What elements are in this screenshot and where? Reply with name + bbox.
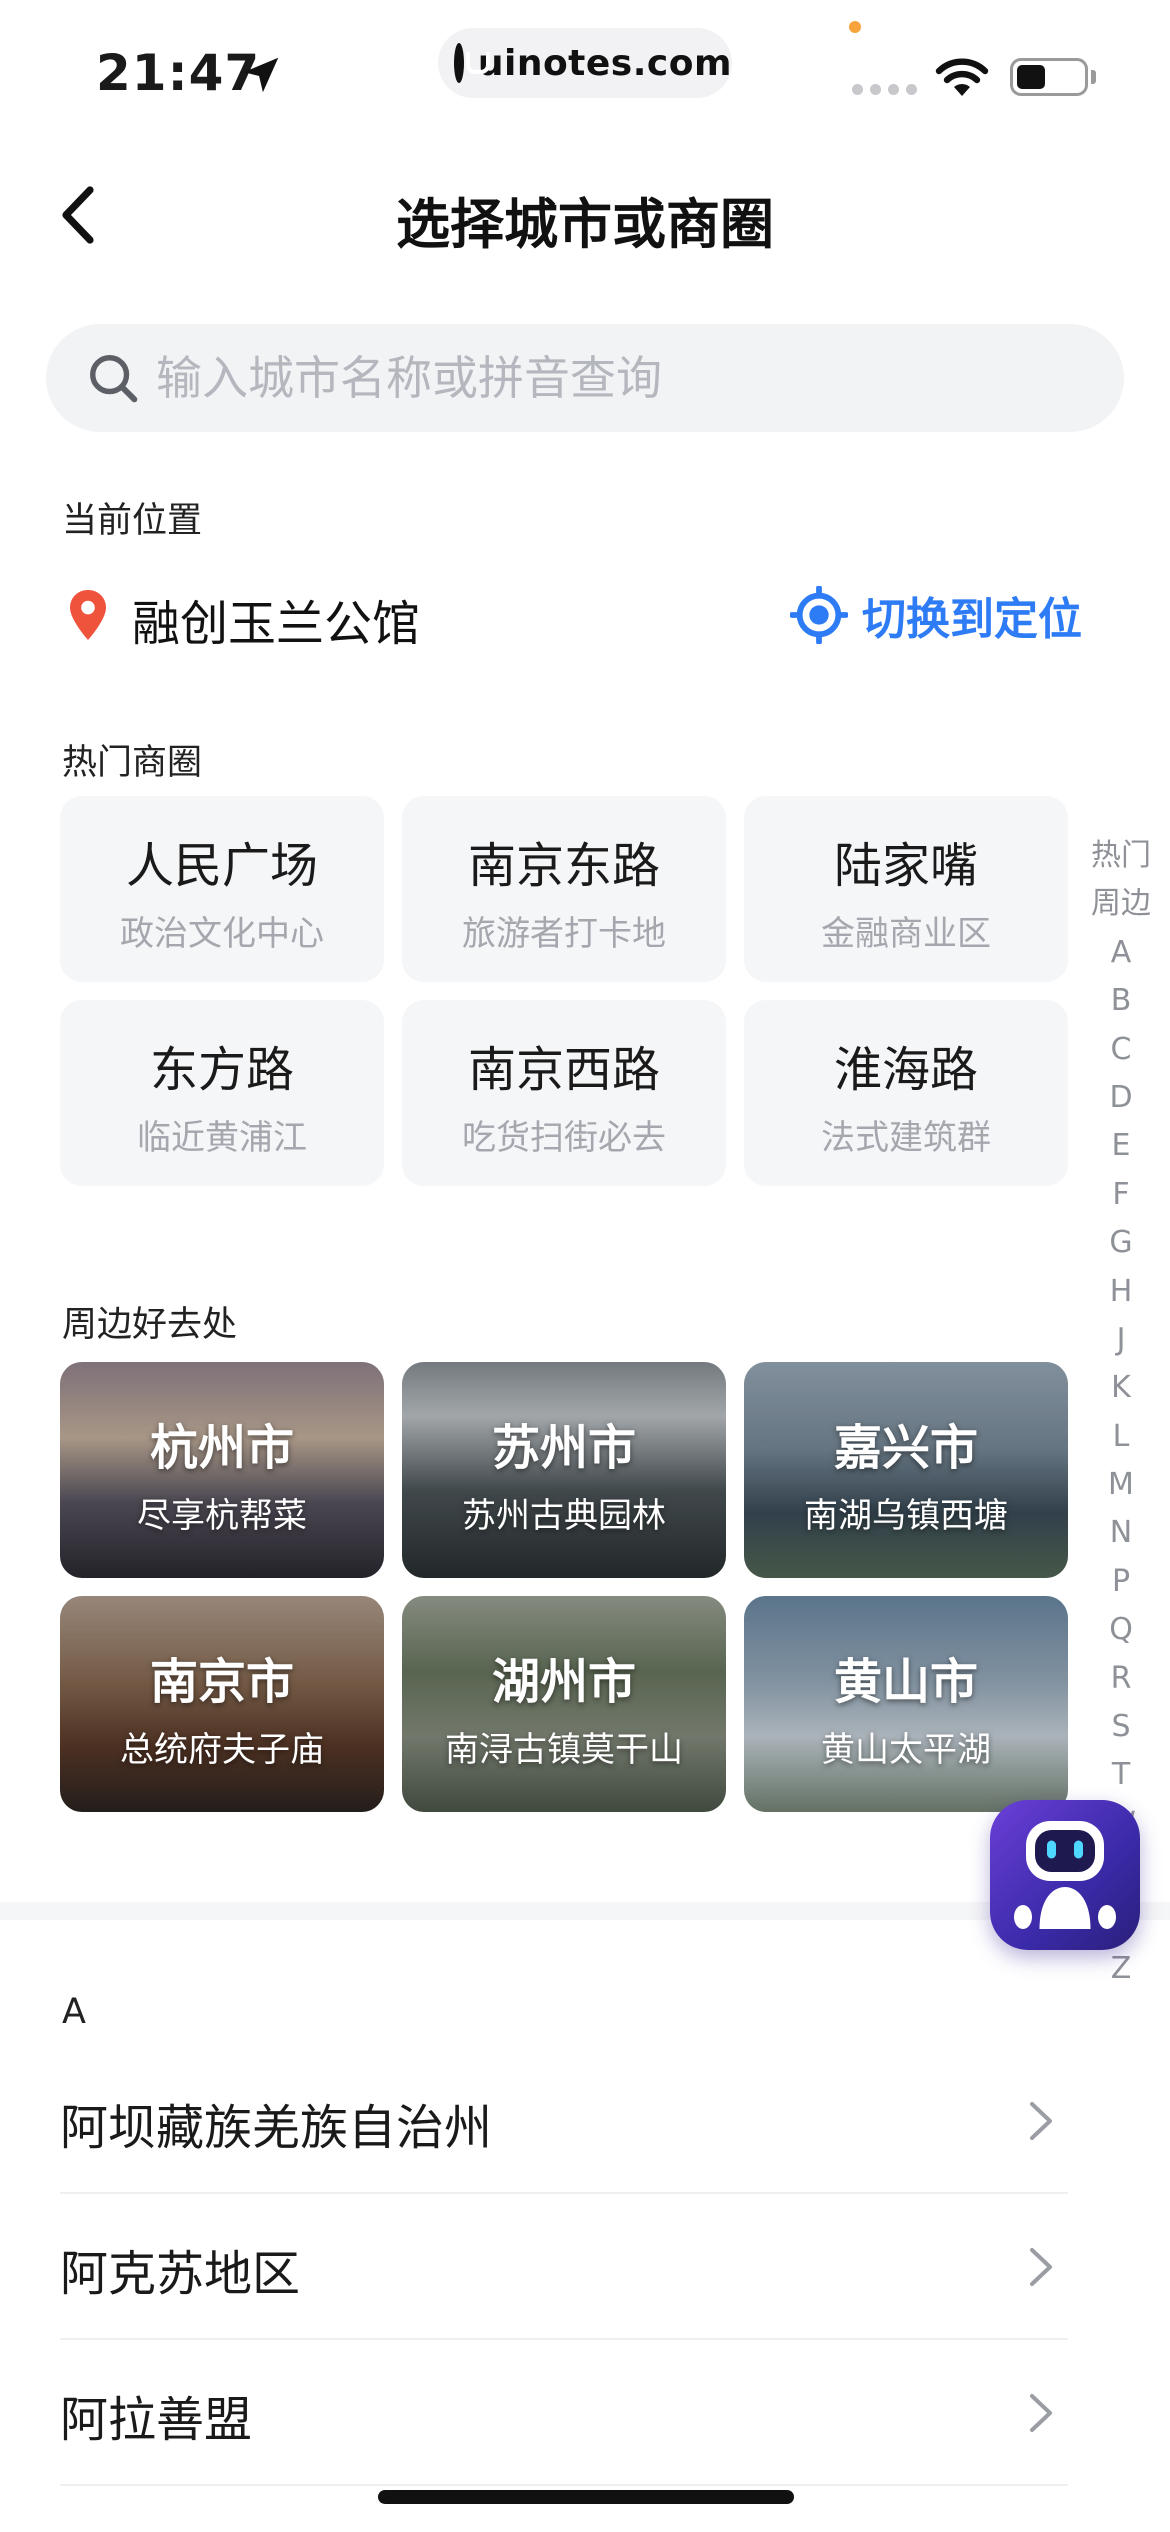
hot-area-card[interactable]: 南京西路 吃货扫街必去 [402, 1000, 726, 1186]
nearby-city-title: 杭州市 [149, 1420, 294, 1476]
index-letter[interactable]: S [1078, 1703, 1164, 1751]
page-title: 选择城市或商圈 [396, 193, 774, 256]
nearby-city-card[interactable]: 嘉兴市 南湖乌镇西塘 [744, 1362, 1068, 1578]
index-letter[interactable]: F [1078, 1171, 1164, 1219]
hot-area-card[interactable]: 陆家嘴 金融商业区 [744, 796, 1068, 982]
site-logo-icon [454, 43, 490, 83]
switch-to-location-button[interactable]: 切换到定位 [790, 580, 1082, 650]
hot-areas-label: 热门商圈 [62, 743, 203, 783]
index-letter[interactable]: P [1078, 1558, 1164, 1606]
wifi-icon [935, 58, 989, 96]
chevron-right-icon [1030, 2394, 1052, 2432]
index-letter[interactable]: T [1078, 1751, 1164, 1799]
nearby-city-subtitle: 南浔古镇莫干山 [445, 1730, 683, 1770]
index-letter[interactable]: H [1078, 1268, 1164, 1316]
search-icon [90, 355, 138, 403]
search-input[interactable] [156, 324, 1056, 432]
hot-area-subtitle: 金融商业区 [821, 914, 991, 954]
nearby-city-subtitle: 黄山太平湖 [821, 1730, 991, 1770]
city-group-letter: A [62, 1992, 86, 2032]
privacy-indicator-dot [849, 21, 861, 33]
nearby-city-card[interactable]: 苏州市 苏州古典园林 [402, 1362, 726, 1578]
hot-area-title: 东方路 [149, 1042, 294, 1098]
hot-area-title: 淮海路 [833, 1042, 978, 1098]
index-letter[interactable]: C [1078, 1026, 1164, 1074]
index-letter[interactable]: 周边 [1078, 880, 1164, 928]
index-letter[interactable]: D [1078, 1074, 1164, 1122]
index-letter[interactable]: 热门 [1078, 832, 1164, 880]
nearby-city-subtitle: 南湖乌镇西塘 [804, 1496, 1008, 1536]
current-location-label: 当前位置 [62, 501, 203, 541]
index-letter[interactable]: M [1078, 1461, 1164, 1509]
index-letter[interactable]: B [1078, 977, 1164, 1025]
city-list-item[interactable]: 阿克苏地区 [60, 2194, 1068, 2340]
nearby-label: 周边好去处 [62, 1305, 238, 1345]
nearby-city-subtitle: 尽享杭帮菜 [137, 1496, 307, 1536]
hot-area-subtitle: 法式建筑群 [821, 1118, 991, 1158]
location-arrow-icon [243, 57, 279, 93]
hot-area-title: 南京东路 [467, 838, 660, 894]
nearby-city-card[interactable]: 南京市 总统府夫子庙 [60, 1596, 384, 1812]
index-letter[interactable]: A [1078, 929, 1164, 977]
nearby-city-title: 南京市 [149, 1654, 294, 1710]
nearby-city-title: 嘉兴市 [833, 1420, 978, 1476]
nearby-city-title: 湖州市 [491, 1654, 636, 1710]
index-letter[interactable]: R [1078, 1655, 1164, 1703]
index-letter[interactable]: Z [1078, 1945, 1164, 1993]
hot-area-card[interactable]: 淮海路 法式建筑群 [744, 1000, 1068, 1186]
url-pill[interactable]: uinotes.com [438, 28, 732, 98]
hot-area-title: 人民广场 [125, 838, 318, 894]
hot-area-title: 南京西路 [467, 1042, 660, 1098]
robot-icon [1014, 1821, 1116, 1929]
nearby-city-title: 苏州市 [491, 1420, 636, 1476]
city-name: 阿坝藏族羌族自治州 [60, 2100, 493, 2156]
chevron-right-icon [1030, 2248, 1052, 2286]
battery-cap [1091, 70, 1096, 84]
nearby-city-title: 黄山市 [833, 1654, 978, 1710]
nearby-city-card[interactable]: 黄山市 黄山太平湖 [744, 1596, 1068, 1812]
city-name: 阿拉善盟 [60, 2392, 253, 2448]
hot-area-subtitle: 吃货扫街必去 [462, 1118, 666, 1158]
switch-to-location-label: 切换到定位 [862, 594, 1082, 645]
current-location-name: 融创玉兰公馆 [132, 596, 421, 652]
index-letter[interactable]: E [1078, 1122, 1164, 1170]
city-list-item[interactable]: 阿拉善盟 [60, 2340, 1068, 2486]
index-letter[interactable]: G [1078, 1219, 1164, 1267]
status-bar: 21:47 uinotes.com [0, 0, 1170, 140]
hot-area-card[interactable]: 人民广场 政治文化中心 [60, 796, 384, 982]
index-letter[interactable]: Q [1078, 1606, 1164, 1654]
nearby-city-subtitle: 苏州古典园林 [462, 1496, 666, 1536]
search-box[interactable] [46, 324, 1124, 432]
battery-icon [1010, 58, 1088, 96]
location-pin-icon [70, 590, 106, 640]
nearby-city-card[interactable]: 湖州市 南浔古镇莫干山 [402, 1596, 726, 1812]
hot-area-title: 陆家嘴 [833, 838, 978, 894]
nearby-city-card[interactable]: 杭州市 尽享杭帮菜 [60, 1362, 384, 1578]
city-list-item[interactable]: 阿坝藏族羌族自治州 [60, 2048, 1068, 2194]
chevron-right-icon [1030, 2102, 1052, 2140]
hot-area-card[interactable]: 南京东路 旅游者打卡地 [402, 796, 726, 982]
index-letter[interactable]: N [1078, 1509, 1164, 1557]
cellular-signal-icon [852, 84, 917, 95]
hot-area-card[interactable]: 东方路 临近黄浦江 [60, 1000, 384, 1186]
hot-area-subtitle: 临近黄浦江 [137, 1118, 307, 1158]
url-text: uinotes.com [477, 42, 732, 84]
hot-area-subtitle: 旅游者打卡地 [462, 914, 666, 954]
index-letter[interactable]: K [1078, 1364, 1164, 1412]
index-letter[interactable]: L [1078, 1413, 1164, 1461]
nearby-city-subtitle: 总统府夫子庙 [120, 1730, 324, 1770]
hot-area-subtitle: 政治文化中心 [120, 914, 324, 954]
locate-target-icon [790, 586, 848, 644]
index-letter[interactable]: J [1078, 1316, 1164, 1364]
city-name: 阿克苏地区 [60, 2246, 301, 2302]
status-time: 21:47 [96, 44, 261, 102]
ai-assistant-button[interactable] [990, 1800, 1140, 1950]
home-indicator [378, 2490, 794, 2504]
